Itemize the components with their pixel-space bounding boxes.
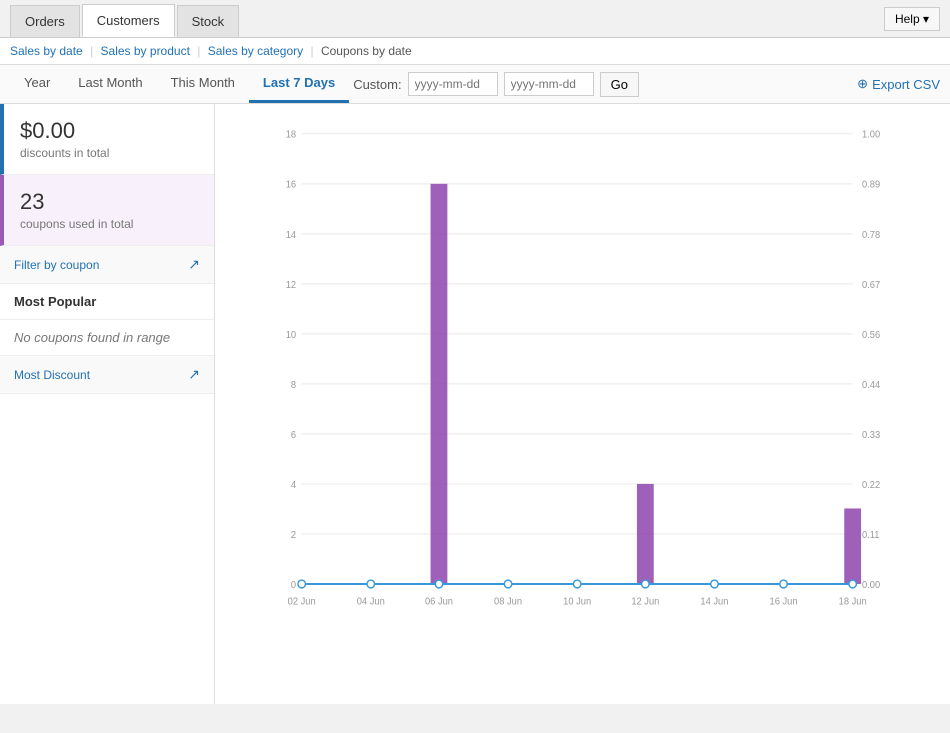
top-bar: Orders Customers Stock Help ▾ (0, 0, 950, 38)
bar-12jun (637, 484, 654, 584)
main-content: $0.00 discounts in total 23 coupons used… (0, 104, 950, 704)
sub-nav-sales-by-date[interactable]: Sales by date (10, 44, 83, 58)
custom-date-to[interactable] (504, 72, 594, 96)
sub-nav-sales-by-category[interactable]: Sales by category (208, 44, 303, 58)
time-nav: Year Last Month This Month Last 7 Days C… (0, 65, 950, 104)
most-discount-heading[interactable]: Most Discount ↗ (0, 356, 214, 394)
svg-text:2: 2 (291, 530, 296, 541)
svg-text:04 Jun: 04 Jun (357, 596, 385, 607)
dot-16jun (780, 580, 787, 588)
no-coupons-item: No coupons found in range (0, 320, 214, 356)
dot-02jun (298, 580, 305, 588)
svg-text:12: 12 (286, 280, 296, 291)
svg-text:0.89: 0.89 (862, 180, 880, 191)
filter-coupon-heading[interactable]: Filter by coupon ↗ (0, 246, 214, 284)
sidebar: $0.00 discounts in total 23 coupons used… (0, 104, 215, 704)
tab-orders[interactable]: Orders (10, 5, 80, 37)
filter-coupon-expand-icon: ↗ (188, 256, 200, 273)
svg-text:0.11: 0.11 (862, 530, 879, 541)
coupons-stat: 23 coupons used in total (0, 175, 214, 246)
sub-nav: Sales by date | Sales by product | Sales… (0, 38, 950, 65)
custom-area: Custom: Go (353, 72, 639, 97)
svg-text:14: 14 (286, 230, 297, 241)
svg-text:02 Jun: 02 Jun (288, 596, 316, 607)
custom-label: Custom: (353, 77, 401, 92)
svg-text:1.00: 1.00 (862, 130, 880, 141)
dot-12jun (642, 580, 649, 588)
tab-customers[interactable]: Customers (82, 4, 175, 37)
svg-text:18: 18 (286, 130, 296, 141)
dot-10jun (573, 580, 580, 588)
export-label: Export CSV (872, 77, 940, 92)
svg-text:06 Jun: 06 Jun (425, 596, 453, 607)
most-popular-section: Most Popular No coupons found in range (0, 284, 214, 356)
time-tab-year[interactable]: Year (10, 65, 64, 103)
most-popular-item[interactable]: Most Popular (0, 284, 214, 320)
svg-text:12 Jun: 12 Jun (631, 596, 659, 607)
svg-text:18 Jun: 18 Jun (839, 596, 867, 607)
svg-text:0.00: 0.00 (862, 580, 880, 591)
sub-nav-coupons-by-date: Coupons by date (321, 44, 412, 58)
discounts-label: discounts in total (20, 146, 198, 160)
svg-text:14 Jun: 14 Jun (700, 596, 728, 607)
dot-06jun (435, 580, 442, 588)
coupons-value: 23 (20, 189, 198, 215)
svg-text:0.56: 0.56 (862, 330, 880, 341)
time-tab-last-7-days[interactable]: Last 7 Days (249, 65, 349, 103)
separator-3: | (310, 44, 313, 58)
svg-text:10: 10 (286, 330, 296, 341)
svg-text:0.67: 0.67 (862, 280, 880, 291)
time-tab-this-month[interactable]: This Month (157, 65, 249, 103)
coupons-label: coupons used in total (20, 217, 198, 231)
svg-text:0.44: 0.44 (862, 380, 881, 391)
svg-text:0: 0 (291, 580, 296, 591)
filter-coupon-label: Filter by coupon (14, 258, 99, 272)
separator-2: | (197, 44, 200, 58)
dot-14jun (711, 580, 718, 588)
chart-wrapper: 18 1.00 16 0.89 14 0.78 12 0.67 10 0.56 … (215, 114, 950, 684)
svg-text:6: 6 (291, 430, 296, 441)
bar-06jun (431, 184, 448, 584)
most-discount-section: Most Discount ↗ (0, 356, 214, 394)
svg-text:4: 4 (291, 480, 297, 491)
filter-coupon-section: Filter by coupon ↗ (0, 246, 214, 284)
chart-svg: 18 1.00 16 0.89 14 0.78 12 0.67 10 0.56 … (255, 124, 890, 634)
dot-08jun (504, 580, 511, 588)
bar-18jun (844, 508, 861, 584)
help-button[interactable]: Help ▾ (884, 7, 940, 31)
svg-text:0.33: 0.33 (862, 430, 880, 441)
dot-04jun (367, 580, 374, 588)
most-discount-expand-icon: ↗ (188, 366, 200, 383)
svg-text:08 Jun: 08 Jun (494, 596, 522, 607)
dot-18jun (849, 580, 856, 588)
export-csv-button[interactable]: ⊕ Export CSV (857, 76, 940, 92)
discounts-stat: $0.00 discounts in total (0, 104, 214, 175)
export-icon: ⊕ (857, 76, 868, 92)
svg-text:10 Jun: 10 Jun (563, 596, 591, 607)
svg-text:16: 16 (286, 180, 296, 191)
svg-text:0.78: 0.78 (862, 230, 880, 241)
svg-text:16 Jun: 16 Jun (770, 596, 798, 607)
custom-date-from[interactable] (408, 72, 498, 96)
svg-text:8: 8 (291, 380, 296, 391)
go-button[interactable]: Go (600, 72, 639, 97)
chart-area: 18 1.00 16 0.89 14 0.78 12 0.67 10 0.56 … (215, 104, 950, 704)
most-discount-label: Most Discount (14, 368, 90, 382)
svg-text:0.22: 0.22 (862, 480, 880, 491)
tab-stock[interactable]: Stock (177, 5, 240, 37)
separator-1: | (90, 44, 93, 58)
time-tab-last-month[interactable]: Last Month (64, 65, 156, 103)
sub-nav-sales-by-product[interactable]: Sales by product (101, 44, 190, 58)
discounts-value: $0.00 (20, 118, 198, 144)
